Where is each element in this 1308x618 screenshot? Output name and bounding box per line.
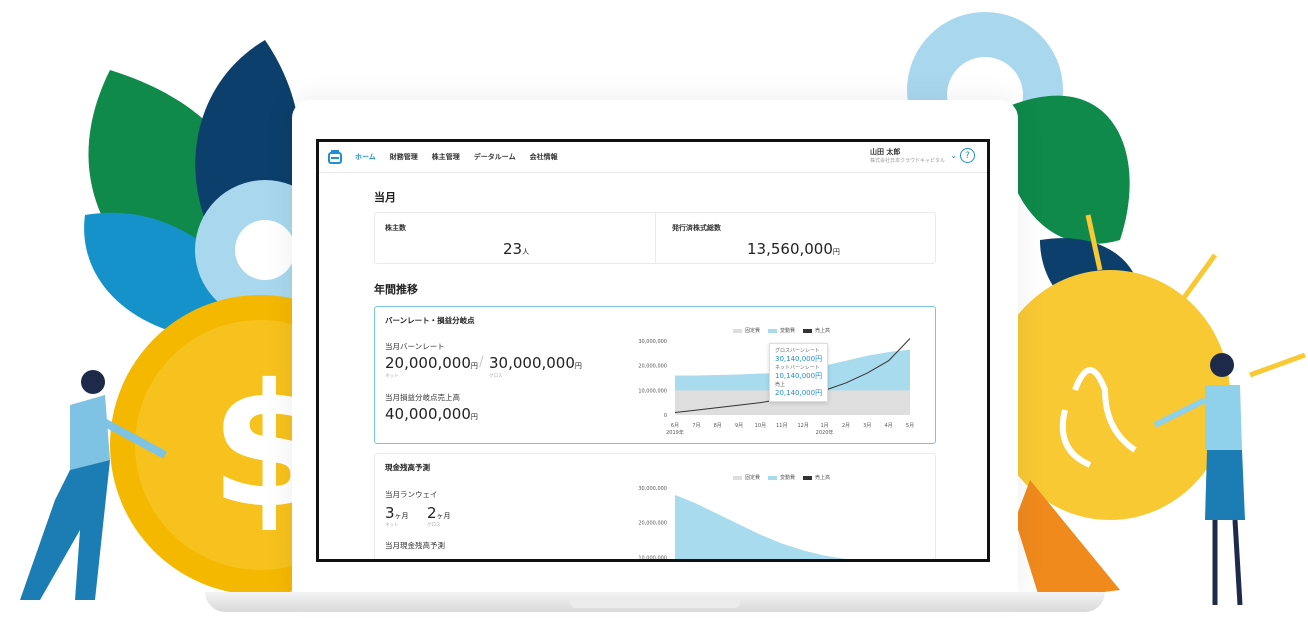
cash-card-title: 現金残高予測 bbox=[385, 463, 430, 472]
tab-company[interactable]: 会社情報 bbox=[530, 152, 558, 162]
year-label: 2020年 bbox=[816, 429, 834, 436]
legend-variable: 変動費 bbox=[780, 328, 796, 334]
current-month-title: 当月 bbox=[374, 191, 396, 204]
shareholders-label: 株主数 bbox=[385, 224, 406, 232]
net-runway-value: 3ヶ月 bbox=[385, 504, 409, 522]
tab-dataroom[interactable]: データルーム bbox=[474, 152, 516, 162]
burn-rate-card: バーンレート・損益分岐点 当月バーンレート 20,000,000円 ネット / … bbox=[374, 306, 936, 444]
cash-legend-fixed: 固定費 bbox=[745, 475, 761, 481]
user-menu[interactable]: 山田 太郎 株式会社日本クラウドキャピタル ⌄ bbox=[869, 147, 957, 164]
illustration-scene: $ ホーム 財務管理 株主管理 データルーム 会社情報 山田 太郎 株式会社日本… bbox=[0, 0, 1308, 618]
legend-fixed: 固定費 bbox=[745, 328, 761, 334]
shares-value: 13,560,000円 bbox=[747, 240, 840, 258]
balance-label: 当月現金残高予測 bbox=[385, 541, 445, 550]
annual-title: 年間推移 bbox=[374, 283, 418, 296]
help-icon[interactable]: ? bbox=[960, 148, 975, 163]
y-tick-label: 20,000,000 bbox=[638, 364, 667, 370]
tooltip-net-label: ネットバーンレート bbox=[775, 365, 820, 371]
x-tick-label: 7月 bbox=[692, 423, 700, 429]
tab-shareholders[interactable]: 株主管理 bbox=[432, 152, 460, 162]
legend-swatch-variable bbox=[768, 328, 778, 333]
y-tick-label: 20,000,000 bbox=[638, 521, 667, 527]
leaf-green-right bbox=[1000, 95, 1130, 244]
top-nav: ホーム 財務管理 株主管理 データルーム 会社情報 山田 太郎 株式会社日本クラ… bbox=[319, 142, 987, 173]
y-tick-label: 30,000,000 bbox=[638, 486, 667, 492]
net-burn-value: 20,000,000円 bbox=[385, 354, 478, 372]
breakeven-value: 40,000,000円 bbox=[385, 405, 478, 423]
app-logo-icon[interactable] bbox=[327, 149, 343, 165]
burn-rate-label: 当月バーンレート bbox=[385, 342, 445, 351]
x-tick-label: 8月 bbox=[714, 423, 722, 429]
y-tick-label: 10,000,000 bbox=[638, 555, 667, 561]
user-company: 株式会社日本クラウドキャピタル bbox=[869, 158, 945, 164]
shareholders-value: 23人 bbox=[503, 240, 530, 258]
x-tick-label: 3月 bbox=[863, 423, 871, 429]
legend-swatch-fixed bbox=[733, 328, 742, 333]
y-tick-label: 0 bbox=[664, 413, 667, 419]
burn-legend: 固定費 変動費 売上高 bbox=[725, 327, 830, 334]
net-caption: ネット bbox=[385, 374, 399, 379]
laptop-notch bbox=[570, 600, 740, 608]
x-tick-label: 11月 bbox=[776, 423, 787, 429]
runway-net-caption: ネット bbox=[385, 523, 399, 528]
separator-slash: / bbox=[479, 354, 484, 370]
cash-legend-variable: 変動費 bbox=[780, 475, 796, 481]
cash-legend-swatch-fixed bbox=[733, 475, 742, 480]
kpi-card: 株主数 23人 発行済株式総数 13,560,000円 bbox=[374, 212, 936, 264]
chevron-down-icon[interactable]: ⌄ bbox=[950, 151, 957, 160]
shares-label: 発行済株式総数 bbox=[672, 224, 721, 232]
cash-balance-area bbox=[675, 494, 846, 559]
x-tick-label: 6月 bbox=[671, 423, 679, 429]
runway-gross-caption: グロス bbox=[427, 523, 441, 528]
kpi-divider bbox=[655, 213, 656, 263]
tooltip-net-value: 10,140,000円 bbox=[775, 372, 823, 380]
year-label: 2019年 bbox=[666, 429, 684, 436]
cash-forecast-card: 現金残高予測 当月ランウェイ 3ヶ月 ネット 2ヶ月 グロス 当月現金残高予測 … bbox=[374, 453, 936, 561]
burn-card-title: バーンレート・損益分岐点 bbox=[385, 316, 475, 325]
cash-legend-sales: 売上高 bbox=[815, 475, 831, 481]
chart-tooltip: グロスバーンレート 30,140,000円 ネットバーンレート 10,140,0… bbox=[769, 343, 829, 402]
gross-burn-value: 30,000,000円 bbox=[489, 354, 582, 372]
gross-caption: グロス bbox=[489, 374, 503, 379]
gross-runway-value: 2ヶ月 bbox=[427, 504, 451, 522]
cash-legend-swatch-variable bbox=[768, 475, 778, 480]
x-tick-label: 9月 bbox=[735, 423, 743, 429]
app-screen: ホーム 財務管理 株主管理 データルーム 会社情報 山田 太郎 株式会社日本クラ… bbox=[316, 139, 990, 562]
tooltip-gross-label: グロスバーンレート bbox=[775, 348, 820, 354]
legend-swatch-sales bbox=[803, 328, 813, 333]
tooltip-gross-value: 30,140,000円 bbox=[775, 355, 823, 363]
x-tick-label: 2月 bbox=[842, 423, 850, 429]
cash-legend: 固定費 変動費 売上高 bbox=[725, 474, 830, 481]
cash-legend-swatch-sales bbox=[803, 475, 813, 480]
x-tick-label: 10月 bbox=[755, 423, 766, 429]
x-tick-label: 4月 bbox=[885, 423, 893, 429]
lightbulb-icon bbox=[990, 270, 1230, 600]
y-tick-label: 10,000,000 bbox=[638, 388, 667, 394]
tooltip-sales-value: 20,140,000円 bbox=[775, 389, 823, 397]
tab-home[interactable]: ホーム bbox=[355, 152, 376, 162]
x-tick-label: 5月 bbox=[906, 423, 914, 429]
tooltip-sales-label: 売上 bbox=[775, 382, 786, 388]
cash-forecast-chart: 10,000,000 20,000,000 30,000,000 bbox=[638, 486, 846, 561]
runway-label: 当月ランウェイ bbox=[385, 490, 438, 499]
x-tick-label: 12月 bbox=[797, 423, 808, 429]
breakeven-label: 当月損益分岐点売上高 bbox=[385, 393, 460, 402]
user-name: 山田 太郎 bbox=[869, 148, 901, 156]
x-tick-label: 1月 bbox=[820, 423, 828, 429]
tab-finance[interactable]: 財務管理 bbox=[390, 152, 418, 162]
legend-sales: 売上高 bbox=[815, 328, 831, 334]
y-tick-label: 30,000,000 bbox=[638, 339, 667, 345]
